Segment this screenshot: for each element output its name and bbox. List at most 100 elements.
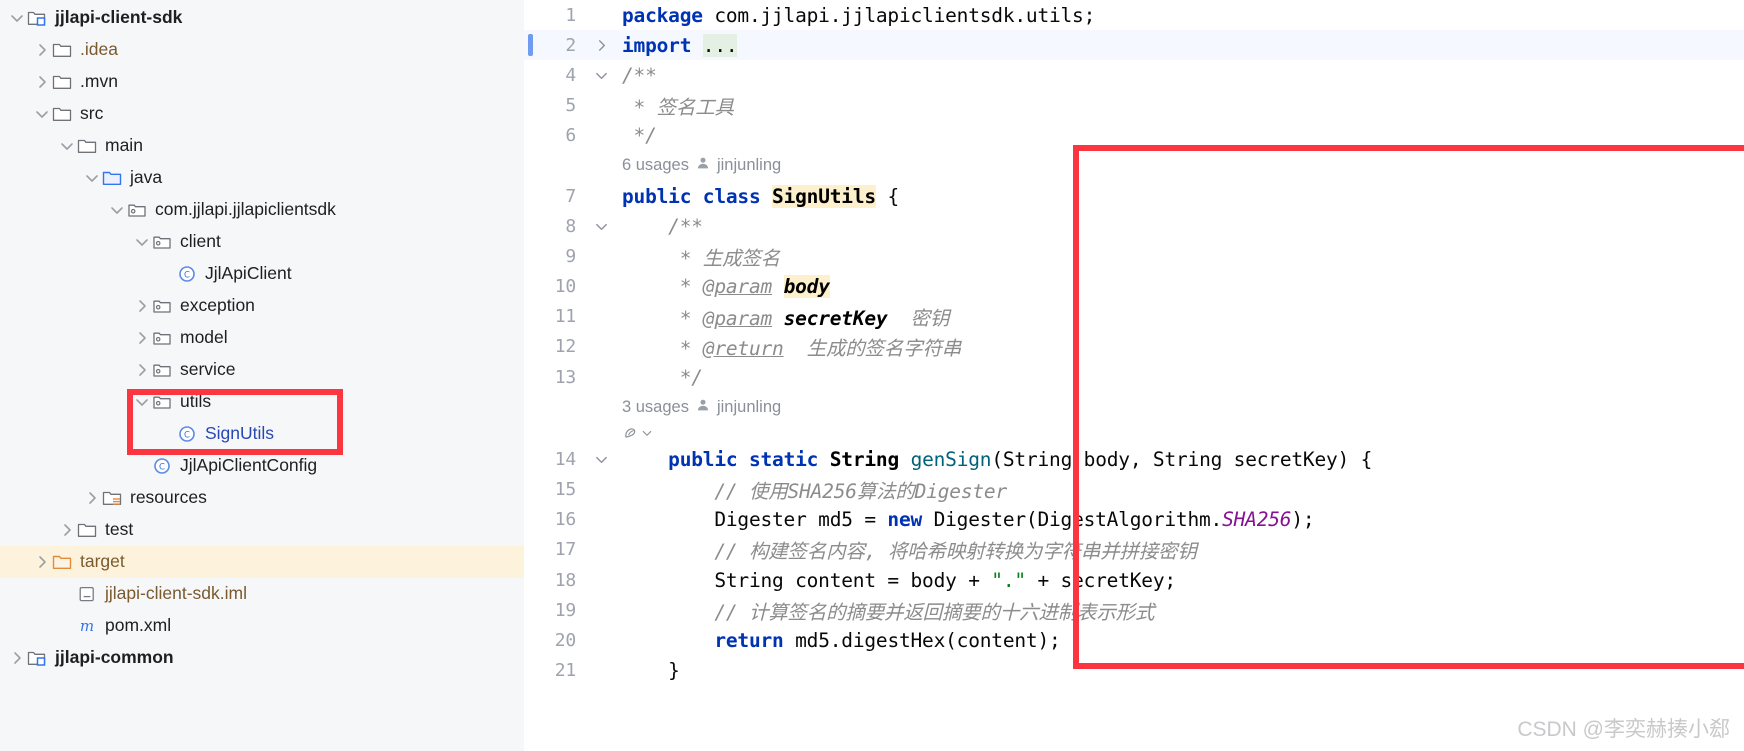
fold-chevron-down-icon[interactable]: [586, 219, 616, 234]
tree-item-label: JjlApiClient: [205, 262, 292, 283]
chevron-right-icon[interactable]: [8, 649, 26, 667]
tree-item-target[interactable]: target: [0, 546, 524, 578]
tree-item-java[interactable]: java: [0, 162, 524, 194]
code-line-text: }: [622, 659, 680, 683]
chevron-right-icon[interactable]: [133, 297, 151, 315]
code-line-2[interactable]: 2 import ...: [524, 30, 1744, 61]
code-line-20[interactable]: 20 return md5.digestHex(content);: [524, 625, 1744, 655]
code-line-text: */: [622, 124, 657, 148]
code-editor[interactable]: 1 package com.jjlapi.jjlapiclientsdk.util…: [524, 0, 1744, 751]
method-usages-hint[interactable]: 03 usagesjinjunling: [524, 392, 1744, 422]
tree-item-label: SignUtils: [205, 422, 275, 443]
code-line-11[interactable]: 11 * @param secretKey 密钥: [524, 302, 1744, 332]
tree-item-jjlapiclient[interactable]: C JjlApiClient: [0, 258, 524, 290]
code-line-text: /**: [622, 214, 703, 238]
line-number: 13: [554, 366, 576, 388]
tree-item-signutils[interactable]: C SignUtils: [0, 418, 524, 450]
tree-item-label: jjlapi-client-sdk.iml: [105, 582, 247, 603]
author-label[interactable]: jinjunling: [717, 156, 781, 175]
chevron-right-icon[interactable]: [33, 73, 51, 91]
class-usages-hint[interactable]: 06 usagesjinjunling: [524, 151, 1744, 181]
code-line-21[interactable]: 21 }: [524, 656, 1744, 686]
tree-item-resources[interactable]: resources: [0, 482, 524, 514]
tree-item-com-jjlapi-jjlapiclientsdk[interactable]: com.jjlapi.jjlapiclientsdk: [0, 194, 524, 226]
chevron-down-icon[interactable]: [83, 169, 101, 187]
code-line-10[interactable]: 10 * @param body: [524, 272, 1744, 302]
fold-chevron-down-icon[interactable]: [586, 452, 616, 467]
code-line-15[interactable]: 15 // 使用SHA256算法的Digester: [524, 474, 1744, 504]
author-icon: [696, 398, 710, 417]
code-line-18[interactable]: 18 String content = body + "." + secretK…: [524, 565, 1744, 595]
tree-item-jjlapi-client-sdk[interactable]: jjlapi-client-sdk: [0, 2, 524, 34]
chevron-down-icon[interactable]: [133, 393, 151, 411]
iml-file-icon: [76, 584, 98, 604]
module-icon: [26, 8, 48, 28]
chevron-right-icon[interactable]: [33, 553, 51, 571]
ide-window: jjlapi-client-sdk .idea .mvn src main java com…: [0, 0, 1744, 751]
tree-item-main[interactable]: main: [0, 130, 524, 162]
code-line-6[interactable]: 6 */: [524, 121, 1744, 151]
code-line-text: // 计算签名的摘要并返回摘要的十六进制表示形式: [622, 600, 1155, 624]
code-line-12[interactable]: 12 * @return 生成的签名字符串: [524, 332, 1744, 362]
tree-item-jjlapi-client-sdk-iml[interactable]: jjlapi-client-sdk.iml: [0, 578, 524, 610]
chevron-right-icon[interactable]: [58, 521, 76, 539]
code-line-17[interactable]: 17 // 构建签名内容, 将哈希映射转换为字符串并拼接密钥: [524, 535, 1744, 565]
tree-item-client[interactable]: client: [0, 226, 524, 258]
tree-item-exception[interactable]: exception: [0, 290, 524, 322]
code-line-7[interactable]: 7 public class SignUtils {: [524, 181, 1744, 211]
tree-item-label: target: [80, 550, 125, 571]
tree-item-mvn[interactable]: .mvn: [0, 66, 524, 98]
project-tool-window[interactable]: jjlapi-client-sdk .idea .mvn src main java com…: [0, 0, 524, 751]
package-icon: [151, 360, 173, 380]
code-line-text: * 签名工具: [622, 96, 734, 120]
line-number: 16: [554, 509, 576, 531]
line-number: 8: [565, 215, 576, 237]
tree-item-model[interactable]: model: [0, 322, 524, 354]
bean-gutter-icon: [625, 428, 636, 438]
code-line-19[interactable]: 19 // 计算签名的摘要并返回摘要的十六进制表示形式: [524, 595, 1744, 625]
fold-chevron-right-icon[interactable]: [586, 38, 616, 53]
code-line-4[interactable]: 4 /**: [524, 60, 1744, 90]
java-class-icon: C: [151, 456, 173, 476]
code-line-9[interactable]: 9 * 生成签名: [524, 241, 1744, 271]
tree-item-src[interactable]: src: [0, 98, 524, 130]
tree-item-idea[interactable]: .idea: [0, 34, 524, 66]
chevron-right-icon[interactable]: [133, 329, 151, 347]
chevron-down-icon[interactable]: [108, 201, 126, 219]
chevron-down-icon[interactable]: [8, 9, 26, 27]
code-line-16[interactable]: 16 Digester md5 = new Digester(DigestAlg…: [524, 505, 1744, 535]
code-line-13[interactable]: 13 */: [524, 362, 1744, 392]
code-line-8[interactable]: 8 /**: [524, 211, 1744, 241]
chevron-down-icon[interactable]: [133, 233, 151, 251]
run-gutter-group[interactable]: [616, 425, 653, 442]
chevron-right-icon[interactable]: [83, 489, 101, 507]
code-line-14[interactable]: 14 public static String genSign (String b…: [524, 444, 1744, 474]
tree-item-test[interactable]: test: [0, 514, 524, 546]
tree-item-label: jjlapi-common: [55, 646, 174, 667]
tree-item-label: test: [105, 518, 134, 539]
package-icon: [151, 296, 173, 316]
line-number: 2: [565, 34, 576, 56]
project-tree-scrollbar[interactable]: [510, 0, 524, 751]
code-line-text: /**: [622, 63, 657, 87]
author-label[interactable]: jinjunling: [717, 398, 781, 417]
chevron-right-icon[interactable]: [33, 41, 51, 59]
tree-item-jjlapi-common[interactable]: jjlapi-common: [0, 642, 524, 674]
tree-item-service[interactable]: service: [0, 354, 524, 386]
fold-chevron-down-icon[interactable]: [586, 68, 616, 83]
code-line-5[interactable]: 5 * 签名工具: [524, 91, 1744, 121]
usages-label[interactable]: 6 usages: [622, 156, 689, 175]
chevron-down-icon[interactable]: [33, 105, 51, 123]
tree-item-pom-xml[interactable]: m pom.xml: [0, 610, 524, 642]
chevron-right-icon[interactable]: [133, 361, 151, 379]
code-line-1[interactable]: 1 package com.jjlapi.jjlapiclientsdk.util…: [524, 0, 1744, 30]
chevron-down-icon[interactable]: [58, 137, 76, 155]
line-number: 6: [565, 125, 576, 147]
folder-icon: [51, 40, 73, 60]
usages-label[interactable]: 3 usages: [622, 398, 689, 417]
tree-item-label: src: [80, 102, 104, 123]
folder-icon: [76, 520, 98, 540]
tree-item-jjlapiclientconfig[interactable]: C JjlApiClientConfig: [0, 450, 524, 482]
tree-item-utils[interactable]: utils: [0, 386, 524, 418]
gutter-action-row[interactable]: 0: [524, 422, 1744, 444]
